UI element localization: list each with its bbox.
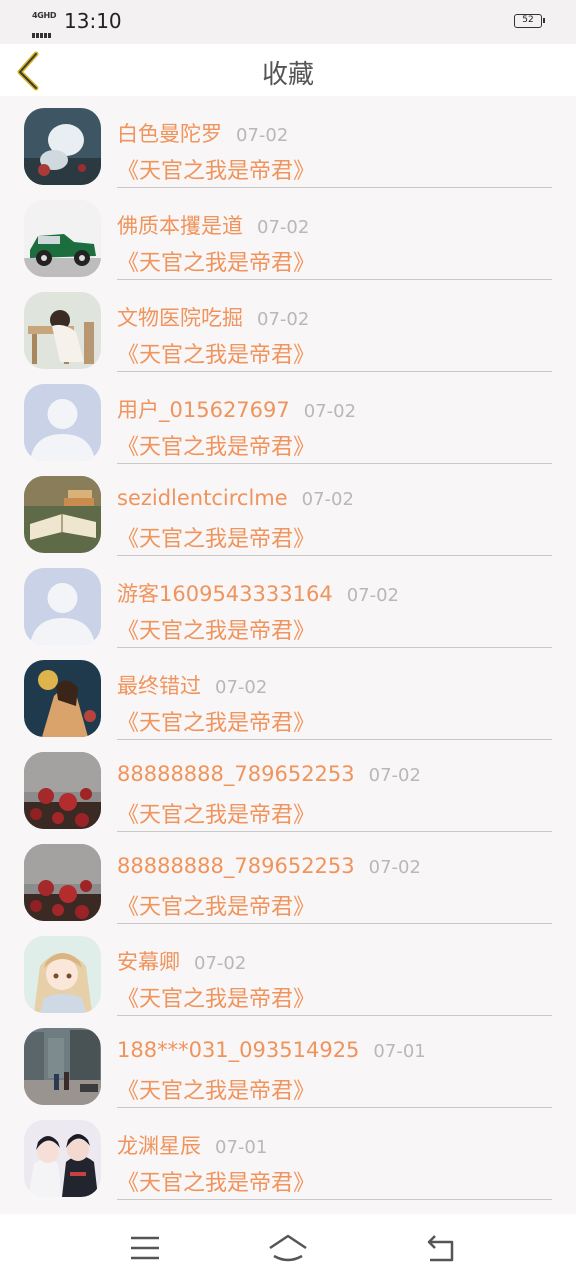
book-title[interactable]: 《天官之我是帝君》 <box>117 429 315 461</box>
list-item[interactable]: 88888888_789652253 07-02 《天官之我是帝君》 <box>0 740 576 832</box>
signal-icon <box>32 23 52 42</box>
list-item[interactable]: 188***031_093514925 07-01 《天官之我是帝君》 <box>0 1016 576 1108</box>
avatar[interactable] <box>24 1120 101 1197</box>
item-header: 白色曼陀罗 07-02 <box>117 118 288 148</box>
network-indicator: 4GHD <box>32 11 60 38</box>
book-title[interactable]: 《天官之我是帝君》 <box>117 981 315 1013</box>
divider <box>117 1199 552 1200</box>
book-title[interactable]: 《天官之我是帝君》 <box>117 521 315 553</box>
item-header: 188***031_093514925 07-01 <box>117 1038 426 1062</box>
item-date: 07-02 <box>194 953 247 974</box>
avatar[interactable] <box>24 936 101 1013</box>
network-label: 4GHD <box>32 11 57 20</box>
item-date: 07-02 <box>257 217 310 238</box>
avatar[interactable] <box>24 108 101 185</box>
item-date: 07-02 <box>301 489 354 510</box>
item-header: 佛质本攫是道 07-02 <box>117 210 309 240</box>
item-date: 07-02 <box>303 401 357 422</box>
header: 收藏 <box>0 44 576 96</box>
item-date: 07-02 <box>215 677 268 698</box>
item-date: 07-02 <box>346 585 400 606</box>
username[interactable]: 佛质本攫是道 <box>117 214 243 238</box>
list-item[interactable]: 游客1609543333164 07-02 《天官之我是帝君》 <box>0 556 576 648</box>
username[interactable]: sezidlentcirclme <box>117 486 288 510</box>
system-back-button[interactable] <box>420 1230 460 1266</box>
list-item[interactable]: 最终错过 07-02 《天官之我是帝君》 <box>0 648 576 740</box>
avatar[interactable] <box>24 476 101 553</box>
book-title[interactable]: 《天官之我是帝君》 <box>117 245 315 277</box>
page-title: 收藏 <box>261 60 314 90</box>
list-item[interactable]: 88888888_789652253 07-02 《天官之我是帝君》 <box>0 832 576 924</box>
username[interactable]: 88888888_789652253 <box>117 762 355 786</box>
username[interactable]: 文物医院吃掘 <box>117 306 243 330</box>
list-item[interactable]: 安幕卿 07-02 《天官之我是帝君》 <box>0 924 576 1016</box>
list-item[interactable]: 文物医院吃掘 07-02 《天官之我是帝君》 <box>0 280 576 372</box>
avatar[interactable] <box>24 752 101 829</box>
list-item[interactable]: 用户_015627697 07-02 《天官之我是帝君》 <box>0 372 576 464</box>
item-header: 最终错过 07-02 <box>117 670 267 700</box>
status-bar: 4GHD 13:10 52 <box>0 0 576 44</box>
item-header: 文物医院吃掘 07-02 <box>117 302 309 332</box>
back-icon <box>427 1235 454 1262</box>
book-title[interactable]: 《天官之我是帝君》 <box>117 797 315 829</box>
item-date: 07-02 <box>368 765 421 786</box>
item-date: 07-01 <box>373 1041 426 1062</box>
book-title[interactable]: 《天官之我是帝君》 <box>117 613 315 645</box>
home-icon <box>269 1234 307 1262</box>
item-date: 07-02 <box>236 125 289 146</box>
avatar[interactable] <box>24 1028 101 1105</box>
item-date: 07-02 <box>368 857 421 878</box>
book-title[interactable]: 《天官之我是帝君》 <box>117 889 315 921</box>
book-title[interactable]: 《天官之我是帝君》 <box>117 1073 315 1105</box>
list-item[interactable]: 佛质本攫是道 07-02 《天官之我是帝君》 <box>0 188 576 280</box>
item-header: 用户_015627697 07-02 <box>117 394 356 424</box>
item-header: 龙渊星辰 07-01 <box>117 1130 267 1160</box>
list-item[interactable]: 白色曼陀罗 07-02 《天官之我是帝君》 <box>0 96 576 188</box>
username[interactable]: 龙渊星辰 <box>117 1134 201 1158</box>
favorites-list[interactable]: 白色曼陀罗 07-02 《天官之我是帝君》 佛质本攫是道 07-02 《天官之我是帝君》文… <box>0 96 576 1214</box>
username[interactable]: 游客1609543333164 <box>117 582 333 606</box>
home-button[interactable] <box>266 1230 310 1266</box>
avatar[interactable] <box>24 844 101 921</box>
avatar[interactable] <box>24 292 101 369</box>
book-title[interactable]: 《天官之我是帝君》 <box>117 1165 315 1197</box>
item-date: 07-01 <box>215 1137 268 1158</box>
username[interactable]: 88888888_789652253 <box>117 854 355 878</box>
item-header: 88888888_789652253 07-02 <box>117 854 421 878</box>
avatar[interactable] <box>24 384 101 461</box>
item-date: 07-02 <box>257 309 310 330</box>
menu-button[interactable] <box>125 1230 165 1266</box>
item-header: 安幕卿 07-02 <box>117 946 246 976</box>
avatar[interactable] <box>24 568 101 645</box>
username[interactable]: 188***031_093514925 <box>117 1038 359 1062</box>
battery-level: 52 <box>522 15 534 25</box>
list-item[interactable]: 龙渊星辰 07-01 《天官之我是帝君》 <box>0 1108 576 1200</box>
item-header: 游客1609543333164 07-02 <box>117 578 399 608</box>
username[interactable]: 安幕卿 <box>117 950 180 974</box>
avatar[interactable] <box>24 660 101 737</box>
battery-icon: 52 <box>514 14 545 28</box>
username[interactable]: 用户_015627697 <box>117 398 290 422</box>
status-time: 13:10 <box>64 9 122 33</box>
system-nav-bar <box>0 1214 576 1280</box>
username[interactable]: 白色曼陀罗 <box>117 122 222 146</box>
book-title[interactable]: 《天官之我是帝君》 <box>117 153 315 185</box>
item-header: sezidlentcirclme 07-02 <box>117 486 354 510</box>
username[interactable]: 最终错过 <box>117 674 201 698</box>
book-title[interactable]: 《天官之我是帝君》 <box>117 705 315 737</box>
book-title[interactable]: 《天官之我是帝君》 <box>117 337 315 369</box>
menu-icon <box>131 1236 159 1260</box>
item-header: 88888888_789652253 07-02 <box>117 762 421 786</box>
avatar[interactable] <box>24 200 101 277</box>
list-item[interactable]: sezidlentcirclme 07-02 《天官之我是帝君》 <box>0 464 576 556</box>
